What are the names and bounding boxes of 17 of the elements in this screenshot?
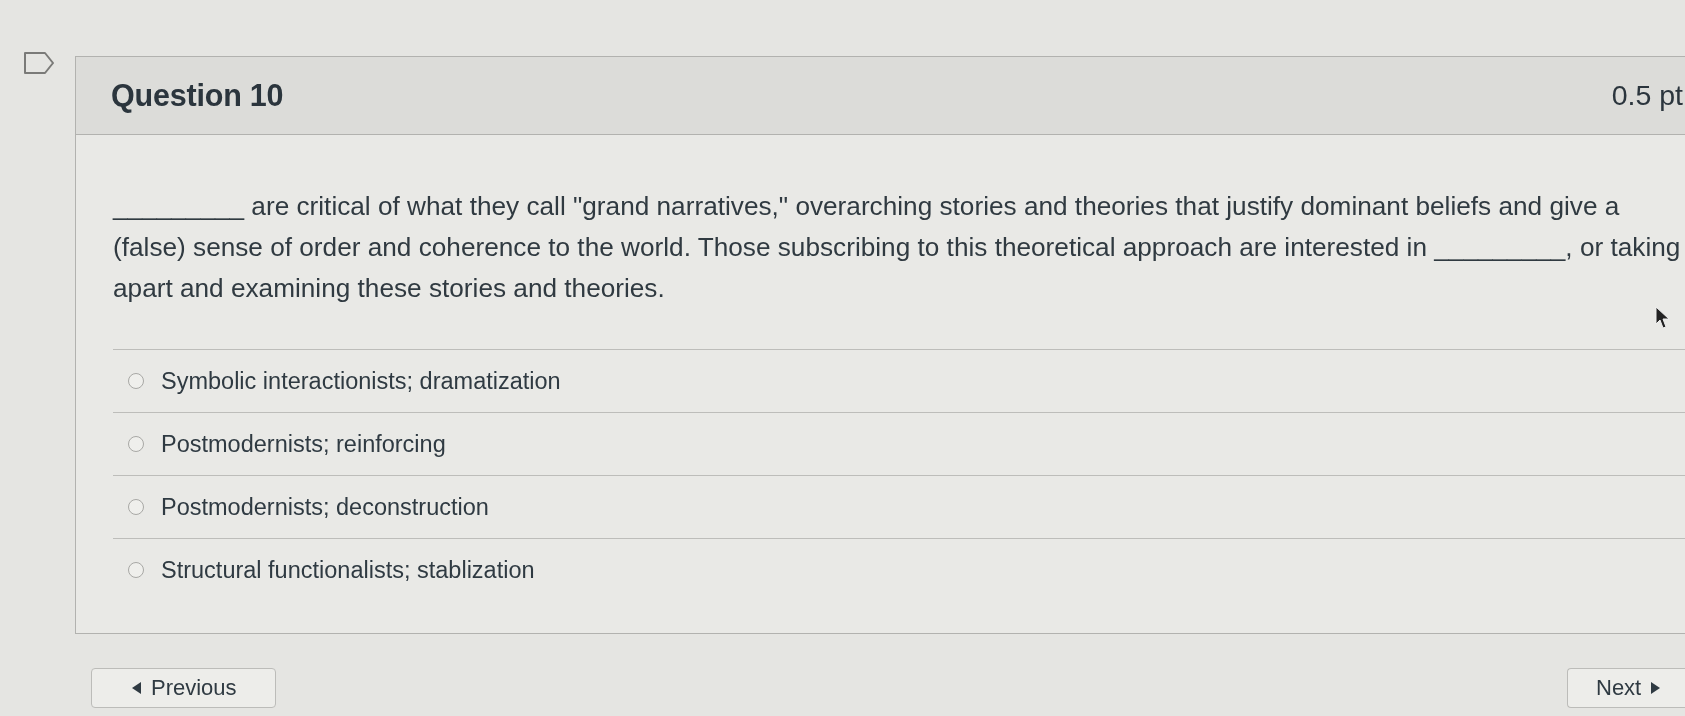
- next-button[interactable]: Next: [1567, 668, 1685, 708]
- radio-button[interactable]: [128, 436, 144, 452]
- pointer-icon: [1655, 306, 1671, 329]
- answer-label: Postmodernists; deconstruction: [161, 493, 489, 521]
- radio-button[interactable]: [128, 562, 144, 578]
- question-title: Question 10: [111, 78, 284, 113]
- previous-button[interactable]: Previous: [91, 668, 276, 708]
- answer-label: Structural functionalists; stablization: [161, 556, 535, 584]
- answer-label: Symbolic interactionists; dramatization: [161, 367, 561, 395]
- tag-icon[interactable]: [24, 52, 54, 74]
- answer-label: Postmodernists; reinforcing: [161, 430, 446, 458]
- radio-button[interactable]: [128, 499, 144, 515]
- points-label: 0.5 pt: [1611, 79, 1683, 112]
- caret-right-icon: [1651, 682, 1661, 694]
- radio-button[interactable]: [128, 373, 144, 389]
- question-text: _________ are critical of what they call "grand narratives," overarching stories and theories that justify dominant beliefs and give a (false) sense of order and coherence to the world. Those subscribing to this theoretical approach are interested in _________, or taking apart and examining these stories and theories.: [113, 190, 1682, 305]
- caret-left-icon: [132, 682, 141, 694]
